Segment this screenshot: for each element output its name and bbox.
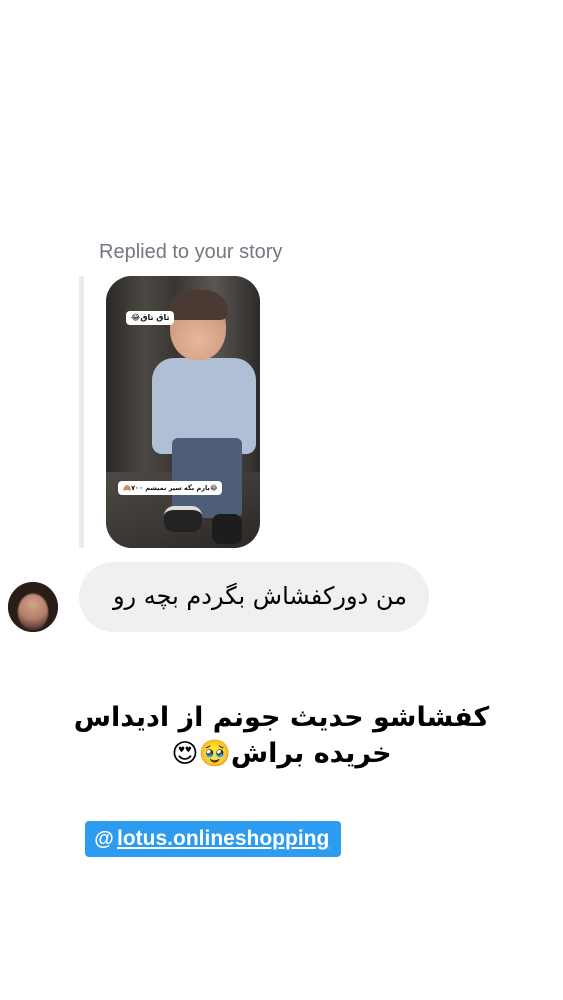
caption-emojis: 🥹😍 [171, 739, 231, 769]
story-thumbnail[interactable]: 😂تاق تاق 🙈۷۰۰ بارم بگه سیر نمیشم😂 [106, 276, 260, 548]
threads-icon: @ [94, 828, 114, 850]
avatar-hair [8, 582, 58, 632]
sneaker-right [212, 514, 242, 544]
mention-tag[interactable]: @ lotus.onlineshopping [85, 821, 342, 857]
sender-avatar[interactable] [8, 582, 58, 632]
replied-to-story-label: Replied to your story [99, 241, 283, 263]
caption-line-2-text: خریده براش [230, 738, 392, 769]
mention-handle: lotus.onlineshopping [117, 827, 330, 850]
caption-line-2: خریده براش🥹😍 [0, 738, 563, 769]
message-bubble[interactable]: من دورکفشاش بگردم بچه رو [79, 562, 429, 632]
story-text-sticker-bottom: 🙈۷۰۰ بارم بگه سیر نمیشم😂 [118, 481, 223, 495]
sneaker-left [164, 506, 202, 532]
quote-bar [79, 276, 84, 548]
caption-line-1: کفشاشو حدیث جونم از ادیداس [73, 702, 490, 733]
message-text: من دورکفشاش بگردم بچه رو [112, 582, 407, 610]
story-text-sticker-top: 😂تاق تاق [126, 311, 175, 325]
child-hair [168, 290, 228, 320]
